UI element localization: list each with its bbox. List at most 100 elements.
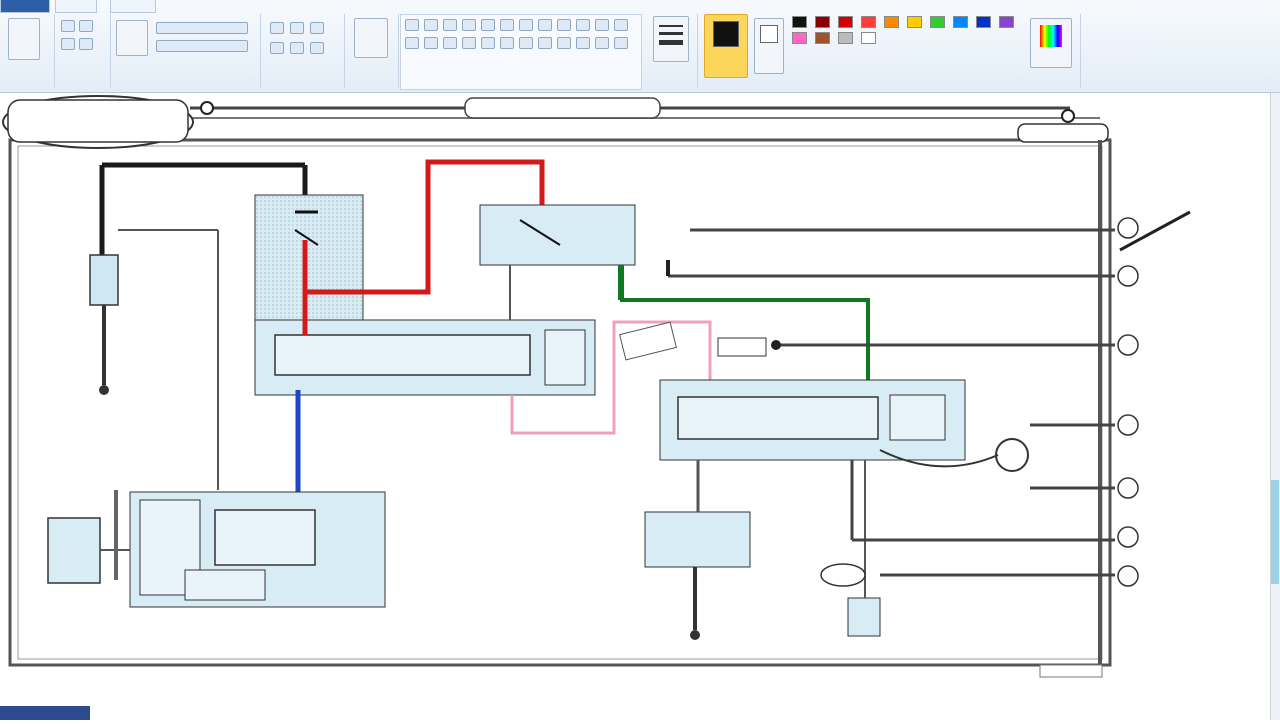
shape-option[interactable] bbox=[538, 37, 552, 49]
cut-icon[interactable] bbox=[61, 20, 75, 32]
shape-option[interactable] bbox=[462, 37, 476, 49]
color-swatch[interactable] bbox=[815, 16, 830, 28]
resize-icon[interactable] bbox=[156, 40, 248, 52]
connector-c bbox=[1117, 334, 1139, 356]
shape-option[interactable] bbox=[405, 19, 419, 31]
bus-right-tag bbox=[1017, 123, 1109, 143]
ground-node-a bbox=[99, 385, 109, 395]
group-label-edit bbox=[55, 78, 110, 86]
bus-node-right bbox=[1061, 109, 1075, 123]
edit-colors-button[interactable] bbox=[1030, 18, 1072, 68]
tab-file[interactable] bbox=[0, 0, 50, 13]
scrollbar-thumb[interactable] bbox=[1271, 480, 1279, 584]
color-swatch[interactable] bbox=[884, 16, 899, 28]
shape-option[interactable] bbox=[481, 37, 495, 49]
color-swatch[interactable] bbox=[861, 32, 876, 44]
switch-block bbox=[479, 204, 636, 266]
paste-button[interactable] bbox=[8, 18, 40, 60]
connector-f bbox=[1117, 526, 1139, 548]
shape-option[interactable] bbox=[595, 37, 609, 49]
size-button[interactable] bbox=[653, 16, 689, 62]
shape-option[interactable] bbox=[538, 19, 552, 31]
group-clipboard bbox=[0, 14, 55, 88]
shape-option[interactable] bbox=[405, 37, 419, 49]
shape-option[interactable] bbox=[557, 37, 571, 49]
shape-option[interactable] bbox=[462, 19, 476, 31]
connector-plug bbox=[47, 517, 101, 584]
group-label-shapes bbox=[401, 79, 641, 87]
shape-option[interactable] bbox=[519, 19, 533, 31]
plug-symbol bbox=[717, 337, 767, 357]
connector-a bbox=[1117, 210, 1191, 252]
picker-icon[interactable] bbox=[290, 42, 304, 54]
color-swatch[interactable] bbox=[792, 16, 807, 28]
bus-top-tag bbox=[464, 97, 661, 119]
mid-tag bbox=[619, 321, 677, 361]
color-swatch[interactable] bbox=[930, 16, 945, 28]
connector-e bbox=[1117, 477, 1139, 499]
connector-d bbox=[1117, 414, 1139, 436]
color-palette bbox=[792, 16, 1022, 62]
color-swatch[interactable] bbox=[976, 16, 991, 28]
fill-icon[interactable] bbox=[290, 22, 304, 34]
shape-option[interactable] bbox=[500, 37, 514, 49]
shape-option[interactable] bbox=[443, 19, 457, 31]
text-icon[interactable] bbox=[310, 22, 324, 34]
color1-button[interactable] bbox=[704, 14, 748, 78]
bus-node-left bbox=[200, 101, 214, 115]
shape-option[interactable] bbox=[500, 19, 514, 31]
harness-block-a-side bbox=[544, 329, 586, 386]
shape-option[interactable] bbox=[424, 19, 438, 31]
color-swatch[interactable] bbox=[838, 32, 853, 44]
color-swatch[interactable] bbox=[907, 16, 922, 28]
sensor-symbol bbox=[820, 563, 866, 587]
group-label-clipboard bbox=[0, 78, 54, 86]
drawing-canvas[interactable] bbox=[0, 93, 1270, 720]
crop-icon[interactable] bbox=[156, 22, 248, 34]
brush-button[interactable] bbox=[354, 18, 388, 58]
sensor-module bbox=[644, 511, 751, 568]
group-label-image bbox=[110, 78, 260, 86]
group-edit bbox=[55, 14, 111, 88]
color-swatch[interactable] bbox=[838, 16, 853, 28]
group-shapes bbox=[400, 14, 642, 90]
vertical-scrollbar[interactable] bbox=[1270, 93, 1280, 720]
shape-gallery[interactable] bbox=[405, 19, 633, 69]
page-tag bbox=[1039, 664, 1103, 678]
color-swatch[interactable] bbox=[792, 32, 807, 44]
group-tools bbox=[262, 14, 345, 88]
shape-option[interactable] bbox=[576, 37, 590, 49]
ground-node-b bbox=[690, 630, 700, 640]
color2-button[interactable] bbox=[754, 18, 784, 74]
copy-icon[interactable] bbox=[79, 20, 93, 32]
shape-option[interactable] bbox=[424, 37, 438, 49]
group-image bbox=[110, 14, 261, 88]
pencil-icon[interactable] bbox=[270, 22, 284, 34]
shape-option[interactable] bbox=[576, 19, 590, 31]
connector-b bbox=[1117, 265, 1139, 287]
magnifier-icon[interactable] bbox=[310, 42, 324, 54]
tab-home[interactable] bbox=[55, 0, 97, 13]
shape-option[interactable] bbox=[614, 37, 628, 49]
shape-option[interactable] bbox=[614, 19, 628, 31]
group-size bbox=[645, 14, 698, 88]
controller-inner-mid bbox=[214, 509, 316, 566]
color-swatch[interactable] bbox=[953, 16, 968, 28]
relay-block-right-side bbox=[889, 394, 946, 441]
color-swatch[interactable] bbox=[815, 32, 830, 44]
status-bar bbox=[0, 706, 90, 720]
shape-option[interactable] bbox=[557, 19, 571, 31]
small-module bbox=[847, 597, 881, 637]
fuse-component bbox=[89, 254, 119, 306]
shape-option[interactable] bbox=[519, 37, 533, 49]
color-swatch[interactable] bbox=[999, 16, 1014, 28]
shape-option[interactable] bbox=[595, 19, 609, 31]
select-button[interactable] bbox=[116, 20, 148, 56]
shape-option[interactable] bbox=[481, 19, 495, 31]
shape-option[interactable] bbox=[443, 37, 457, 49]
undo-icon[interactable] bbox=[61, 38, 75, 50]
redo-icon[interactable] bbox=[79, 38, 93, 50]
color-swatch[interactable] bbox=[861, 16, 876, 28]
tab-view[interactable] bbox=[110, 0, 156, 13]
eraser-icon[interactable] bbox=[270, 42, 284, 54]
